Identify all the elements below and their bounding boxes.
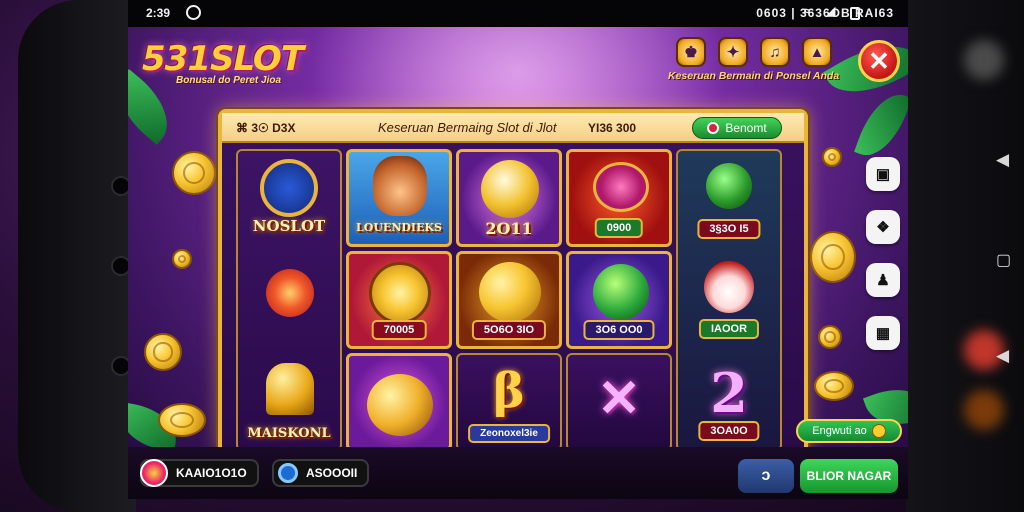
gold-coin-decoration (172, 151, 216, 195)
nav-back-icon[interactable]: ◀ (996, 150, 1009, 170)
coins-value: ASOOOII (306, 466, 358, 480)
balance-value: KAAIO1O1O (176, 466, 247, 480)
flower-icon (266, 269, 314, 317)
screenshot-icon[interactable]: ▣ (866, 157, 900, 191)
status-right-text: 0603 | 3636OB RAI63 (756, 6, 894, 20)
tile-value: Zeonoxel3ie (468, 424, 550, 443)
tile-value: 3O6 OO0 (583, 320, 655, 340)
coins-pill[interactable]: ASOOOII (272, 459, 370, 487)
tile-value: 0900 (594, 218, 644, 238)
emblem-icon (260, 159, 318, 217)
slot-grid: NOSLOT MAISKONL LOUENDIEKS 70005 2O11 5O… (236, 149, 792, 451)
panel-header: ⌘ 3☉ D3X Keseruan Bermaing Slot di Jlot … (222, 113, 804, 143)
phone-bezel-left (18, 0, 136, 512)
character-icon (373, 156, 427, 216)
melon-icon (706, 163, 752, 209)
tile-value: 3§3O I5 (697, 219, 761, 239)
puzzle-icon[interactable]: ✦ (718, 37, 748, 67)
tile-label: LOUENDIEKS (356, 221, 442, 234)
back-button[interactable]: ɔ (738, 459, 794, 493)
panel-right-stat: YI36 300 (588, 121, 637, 135)
game-tile-gem[interactable]: 3O6 OO0 (566, 251, 672, 349)
game-tile-mascot[interactable]: IAOOR (680, 253, 778, 345)
avatar (140, 459, 168, 487)
tile-value: IAOOR (698, 319, 760, 339)
game-screen: 531SLOT Bonusal do Peret Jioa ♚ ✦ ♫ ▲ Ke… (128, 27, 908, 499)
gold-coin-decoration (158, 403, 206, 437)
game-tile-legends[interactable]: LOUENDIEKS (346, 149, 452, 247)
game-tile-bell[interactable]: MAISKONL (240, 353, 338, 447)
game-panel: ⌘ 3☉ D3X Keseruan Bermaing Slot di Jlot … (218, 109, 808, 454)
nav-recents-icon[interactable]: ◀ (996, 346, 1009, 366)
mascot-icon (704, 261, 754, 313)
status-bar: 2:39 ≈ ◢ 0603 | 3636OB RAI63 (128, 0, 908, 27)
game-tile-blade[interactable]: ✕ (566, 353, 672, 451)
back-label: ɔ (761, 467, 771, 484)
play-button[interactable]: BLIOR NAGAR (800, 459, 898, 493)
gold-coin-decoration (144, 333, 182, 371)
nav-home-icon[interactable]: ▢ (996, 250, 1011, 270)
tile-label: NOSLOT (252, 217, 326, 235)
bell-icon (266, 363, 314, 415)
chat-icon[interactable]: ❖ (866, 210, 900, 244)
leaf-decoration (854, 85, 908, 165)
fruit-icon (593, 162, 649, 212)
blade-icon: ✕ (597, 368, 641, 429)
gift-icon[interactable]: ♫ (760, 37, 790, 67)
close-button[interactable]: ✕ (858, 40, 900, 82)
game-tile-melon[interactable]: 3§3O I5 (680, 153, 778, 245)
logo-title: 531SLOT (142, 39, 304, 79)
tile-label: MAISKONL (247, 426, 331, 441)
crystal-icon (481, 160, 539, 218)
game-tile-treasure[interactable]: 5O6O 3IO (456, 251, 562, 349)
status-time: 2:39 (146, 6, 171, 20)
tile-value: 5O6O 3IO (471, 320, 547, 340)
gold-coin-decoration (172, 249, 192, 269)
panel-left-stat: ⌘ 3☉ D3X (236, 121, 296, 135)
gold-coin-decoration (814, 371, 854, 401)
gold-action-button[interactable]: Engwuti ao (796, 419, 902, 443)
trophy-icon[interactable]: ♚ (676, 37, 706, 67)
record-icon (707, 122, 720, 134)
notification-icon (186, 5, 201, 20)
coin-icon (871, 424, 886, 438)
pot-icon (367, 374, 433, 436)
tile-value: 70005 (371, 320, 427, 340)
game-tile-wheel[interactable]: 70005 (346, 251, 452, 349)
panel-title: Keseruan Bermaing Slot di Jlot (378, 120, 557, 135)
user-icon[interactable]: ♟ (866, 263, 900, 297)
game-tile-crystal[interactable]: 2O11 (456, 149, 562, 247)
header-caption: Keseruan Bermain di Ponsel Anda (668, 70, 840, 82)
gold-coin-decoration (810, 231, 856, 283)
game-tile-fruit[interactable]: 0900 (566, 149, 672, 247)
panel-bonus-button[interactable]: Benomt (692, 117, 782, 139)
game-tile-pot[interactable] (346, 353, 452, 451)
wallet-icon[interactable]: ▲ (802, 37, 832, 67)
game-tile-symbol[interactable]: β Zeonoxel3ie (456, 353, 562, 451)
tile-value: 3OA0O (698, 421, 760, 441)
big-two-label: 2 (710, 361, 748, 425)
gold-coin-decoration (818, 325, 842, 349)
top-icon-bar: ♚ ✦ ♫ ▲ (676, 37, 832, 67)
coin-icon (278, 463, 298, 483)
game-tile-noslot[interactable]: NOSLOT (240, 153, 338, 245)
gold-action-label: Engwuti ao (812, 425, 867, 437)
game-tile-flower[interactable] (240, 253, 338, 345)
group-icon[interactable]: ▦ (866, 316, 900, 350)
balance-pill[interactable]: KAAIO1O1O (140, 459, 259, 487)
wheel-icon (369, 262, 431, 324)
treasure-icon (479, 262, 541, 322)
play-label: BLIOR NAGAR (806, 469, 892, 483)
blurred-light (964, 390, 1004, 430)
game-tile-two[interactable]: 2 3OA0O (680, 353, 778, 447)
gold-coin-decoration (822, 147, 842, 167)
symbol-icon: β (493, 363, 525, 419)
gem-icon (593, 264, 649, 320)
panel-bonus-label: Benomt (725, 121, 767, 135)
tile-label: 2O11 (485, 219, 533, 238)
app-logo: 531SLOT Bonusal do Peret Jioa (142, 39, 304, 86)
blurred-light (964, 40, 1004, 80)
bottom-bar: KAAIO1O1O ASOOOII ɔ BLIOR NAGAR (128, 447, 908, 499)
